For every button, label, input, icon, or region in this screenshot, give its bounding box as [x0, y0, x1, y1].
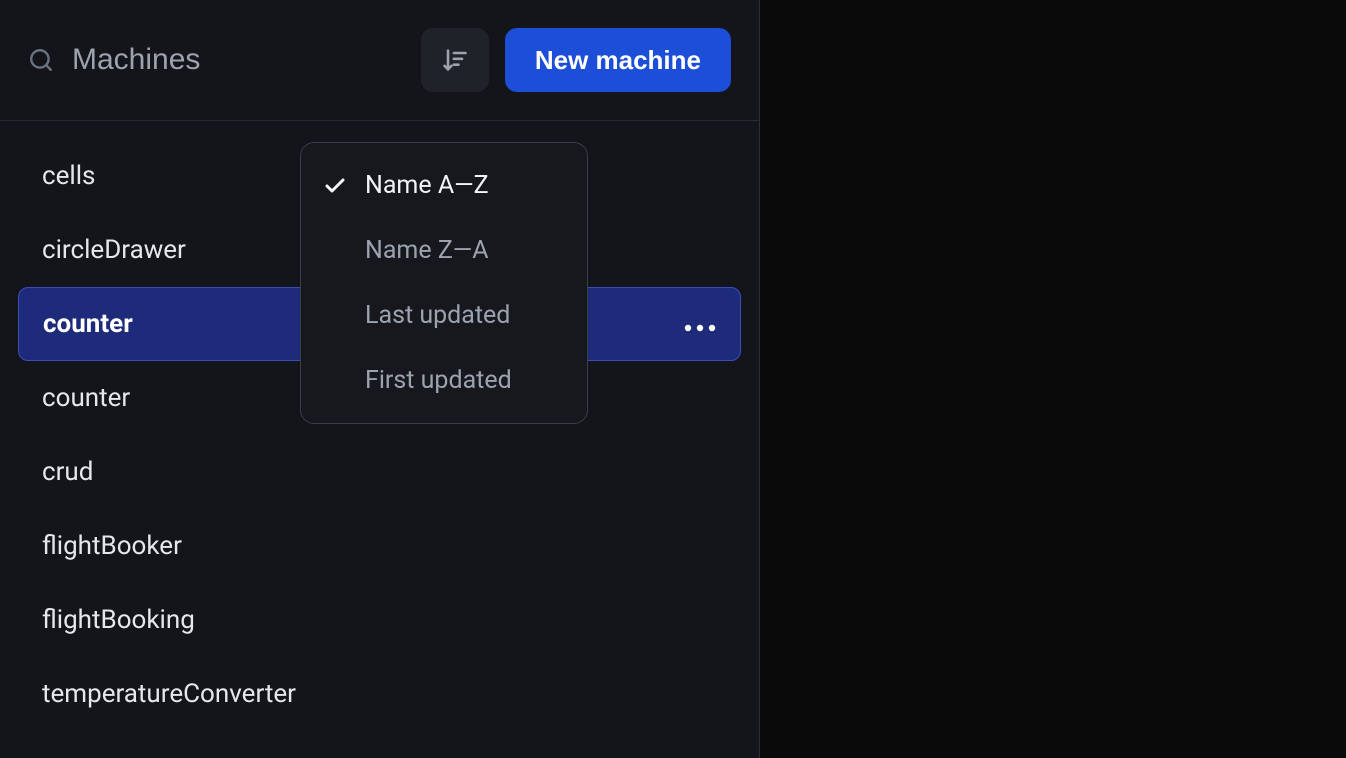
list-item-label: cells: [42, 161, 95, 191]
list-item-label: circleDrawer: [42, 235, 186, 265]
dropdown-item-label: Name Z—A: [365, 236, 489, 265]
main-area: [760, 0, 1346, 758]
search-container: [28, 43, 405, 77]
sidebar-header: New machine: [0, 0, 759, 121]
sort-button[interactable]: [421, 28, 489, 92]
dropdown-item[interactable]: Name A—Z: [301, 153, 587, 218]
dropdown-item-label: Name A—Z: [365, 171, 489, 200]
list-item-label: counter: [42, 383, 130, 413]
list-item-label: counter: [43, 309, 133, 339]
list-item-label: flightBooker: [42, 531, 182, 561]
list-item[interactable]: flightBooking: [18, 583, 741, 657]
list-item-label: crud: [42, 457, 93, 487]
dropdown-item-label: First updated: [365, 366, 512, 395]
check-icon: [323, 174, 347, 198]
list-item[interactable]: flightBooker: [18, 509, 741, 583]
dropdown-item[interactable]: First updated: [301, 348, 587, 413]
sort-dropdown: Name A—Z Name Z—A Last updated First update…: [300, 142, 588, 424]
search-input[interactable]: [72, 43, 405, 77]
list-item[interactable]: temperatureConverter: [18, 657, 741, 731]
list-item-label: temperatureConverter: [42, 679, 296, 709]
dropdown-item[interactable]: Name Z—A: [301, 218, 587, 283]
new-machine-button[interactable]: New machine: [505, 28, 731, 92]
dropdown-item[interactable]: Last updated: [301, 283, 587, 348]
list-item[interactable]: crud: [18, 435, 741, 509]
list-item-label: flightBooking: [42, 605, 195, 635]
sort-descending-icon: [441, 46, 469, 74]
more-icon[interactable]: [684, 309, 716, 339]
dropdown-item-label: Last updated: [365, 301, 510, 330]
search-icon: [28, 47, 54, 73]
